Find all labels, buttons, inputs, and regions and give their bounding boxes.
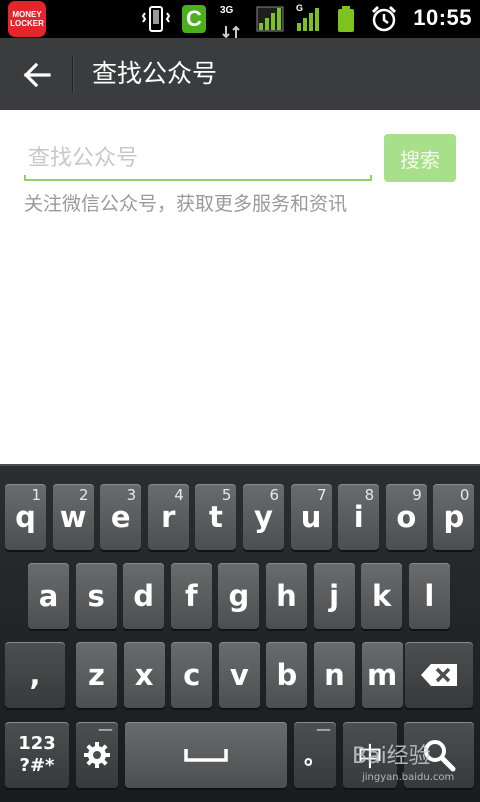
search-field-wrap [24,137,372,183]
key-e[interactable]: 3e [100,484,142,550]
key-z[interactable]: z [76,642,117,708]
key-w[interactable]: 2w [52,484,94,550]
page-title: 查找公众号 [92,59,218,88]
key-p[interactable]: 0p [433,484,475,550]
search-underline [24,175,372,181]
header-divider [72,56,74,92]
key-b[interactable]: b [266,642,308,708]
key-d[interactable]: d [123,563,165,629]
key-n[interactable]: n [314,642,355,708]
signal-3g-icon [256,6,284,32]
key-v[interactable]: v [218,642,260,708]
key-k[interactable]: k [361,563,403,629]
back-arrow-icon[interactable] [22,60,52,90]
signal-g-icon [297,8,319,31]
watermark-url: jingyan.baidu.com [362,772,455,783]
backspace-icon [421,664,457,686]
action-bar: 查找公众号 [0,38,480,110]
c-app-icon: C [182,5,206,33]
battery-icon [338,6,354,32]
key-t[interactable]: 5t [195,484,237,550]
key-g[interactable]: g [218,563,260,629]
key-comma[interactable]: , [5,642,65,708]
delete-key[interactable] [405,642,473,708]
key-o[interactable]: 9o [385,484,427,550]
search-input[interactable] [24,137,372,179]
key-a[interactable]: a [28,563,69,629]
key-x[interactable]: x [123,642,165,708]
symbols-key[interactable]: 123 ?#* [5,722,69,788]
key-h[interactable]: h [266,563,307,629]
gear-icon [84,742,110,768]
key-f[interactable]: f [170,563,212,629]
key-c[interactable]: c [171,642,213,708]
key-r[interactable]: 4r [147,484,189,550]
search-button[interactable]: 搜索 [384,134,456,182]
key-s[interactable]: s [75,563,117,629]
app-badge-text: MONEY LOCKER [10,10,44,28]
search-hint: 关注微信公众号，获取更多服务和资讯 [24,193,348,215]
key-l[interactable]: l [408,563,450,629]
key-u[interactable]: 7u [290,484,332,550]
key-y[interactable]: 6y [243,484,284,550]
space-key[interactable] [125,722,287,788]
symbols-key-label: 123 ?#* [18,733,56,776]
net-3g-label: 3G [220,5,234,16]
alarm-icon [371,5,397,32]
key-j[interactable]: j [313,563,355,629]
key-m[interactable]: m [361,642,403,708]
watermark-text: Bai经验 [352,744,431,769]
status-bar: MONEY LOCKER C 3G G 10:55 [0,0,480,39]
space-bar-icon [184,749,228,762]
settings-key[interactable]: — [76,720,118,788]
money-locker-icon: MONEY LOCKER [8,1,46,37]
key-i[interactable]: 8i [338,484,380,550]
watermark: Bai经验 jingyan.baidu.com [352,738,454,783]
vibrate-icon [141,6,171,32]
period-key-label: 。 [303,745,326,770]
clock-time: 10:55 [413,5,472,30]
period-key[interactable]: — 。 [294,720,336,788]
key-q[interactable]: 1q [5,484,46,550]
